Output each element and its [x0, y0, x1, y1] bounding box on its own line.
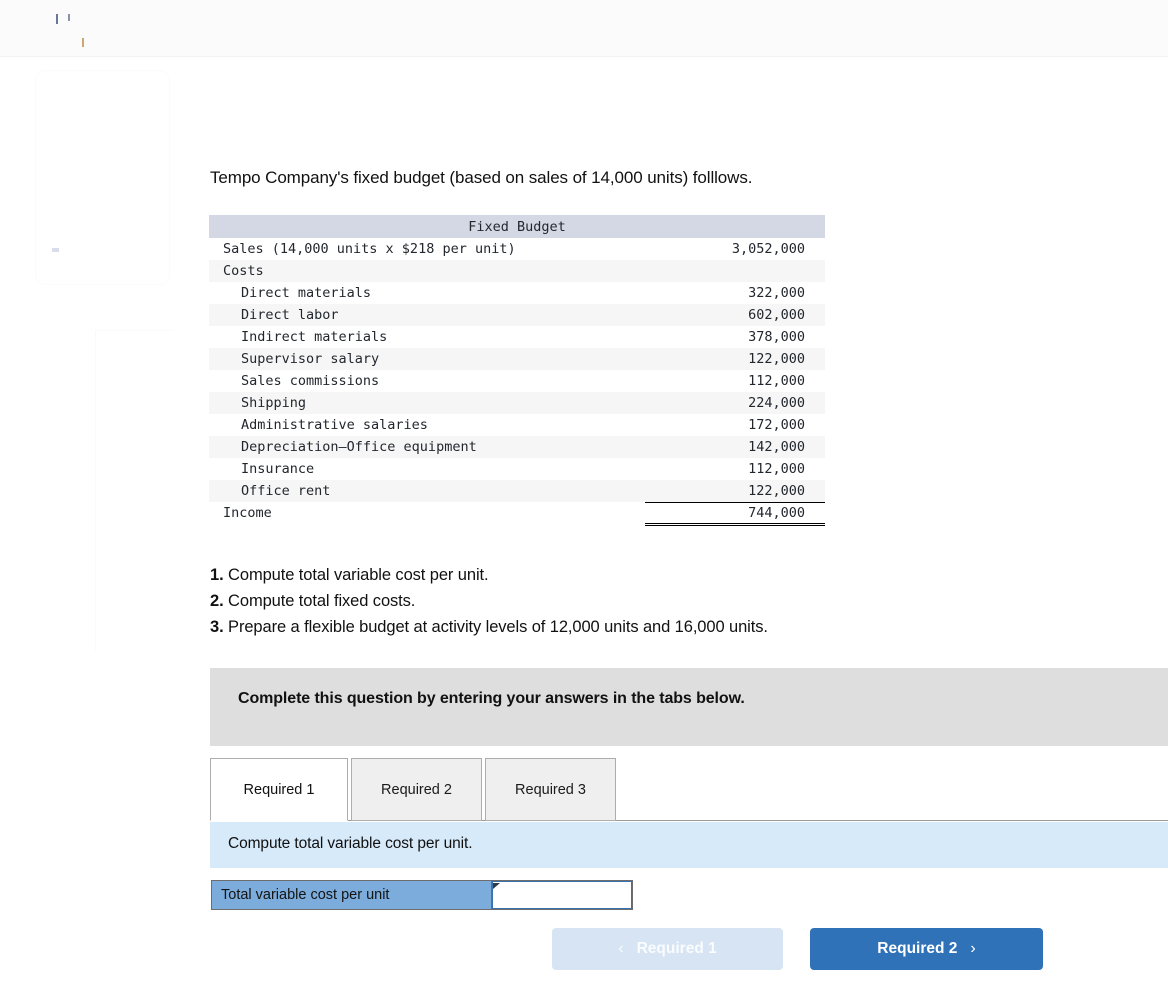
table-row: Administrative salaries 172,000	[209, 414, 825, 436]
requirement-item: 1. Compute total variable cost per unit.	[210, 562, 768, 588]
table-row-label: Direct labor	[241, 307, 339, 323]
ghost-panel-left-lower	[95, 330, 173, 650]
requirement-text: Compute total variable cost per unit.	[228, 566, 489, 584]
ghost-marker	[52, 248, 59, 252]
table-row-amount: 122,000	[645, 480, 825, 503]
table-row: Income 744,000	[209, 501, 825, 526]
table-row-label: Depreciation—Office equipment	[241, 439, 477, 455]
next-required-label: Required 2	[877, 940, 958, 957]
requirements-list: 1. Compute total variable cost per unit.…	[210, 562, 768, 640]
ghost-panel-left	[35, 70, 170, 285]
tab-label: Required 2	[381, 781, 452, 798]
table-row-label: Indirect materials	[241, 329, 388, 345]
table-row-label: Income	[223, 505, 272, 521]
chevron-left-icon: ‹	[618, 940, 624, 957]
table-row: Office rent 122,000	[209, 480, 825, 503]
complete-question-banner: Complete this question by entering your …	[210, 668, 1168, 746]
table-row: Indirect materials 378,000	[209, 326, 825, 348]
requirement-prompt-bar: Compute total variable cost per unit.	[210, 822, 1168, 868]
table-row-amount: 172,000	[748, 417, 805, 433]
requirement-text: Prepare a flexible budget at activity le…	[228, 618, 768, 636]
table-row: Costs	[209, 260, 825, 282]
requirement-prompt-text: Compute total variable cost per unit.	[228, 835, 473, 852]
table-row-label: Sales (14,000 units x $218 per unit)	[223, 241, 516, 257]
complete-question-text: Complete this question by entering your …	[238, 690, 745, 707]
ghost-tick-icon	[68, 14, 70, 21]
previous-required-label: Required 1	[636, 940, 717, 957]
table-row: Supervisor salary 122,000	[209, 348, 825, 370]
table-row: Direct materials 322,000	[209, 282, 825, 304]
table-head: Fixed Budget	[209, 215, 825, 238]
navigation-buttons: ‹ Required 1 Required 2 ›	[552, 928, 1044, 970]
table-row-amount: 322,000	[748, 285, 805, 301]
next-required-button[interactable]: Required 2 ›	[810, 928, 1043, 970]
table-row-label: Shipping	[241, 395, 307, 411]
table-body: Sales (14,000 units x $218 per unit) 3,05…	[209, 238, 825, 526]
table-row: Sales commissions 112,000	[209, 370, 825, 392]
chevron-right-icon: ›	[970, 940, 976, 957]
table-row-amount: 3,052,000	[731, 241, 805, 257]
tab-label: Required 1	[243, 781, 315, 798]
table-row-amount: 602,000	[748, 307, 805, 323]
tab-required-3[interactable]: Required 3	[485, 758, 616, 821]
table-row: Direct labor 602,000	[209, 304, 825, 326]
table-row-label: Supervisor salary	[241, 351, 380, 367]
table-row-label: Sales commissions	[241, 373, 380, 389]
requirement-number: 2.	[210, 592, 224, 610]
tab-required-1[interactable]: Required 1	[210, 758, 348, 821]
total-variable-cost-per-unit-input[interactable]	[493, 882, 631, 908]
ghost-tick-icon	[82, 38, 84, 47]
table-row-amount	[645, 260, 825, 282]
tab-required-2[interactable]: Required 2	[351, 758, 482, 821]
requirement-item: 3. Prepare a flexible budget at activity…	[210, 614, 768, 640]
table-row-amount: 378,000	[748, 329, 805, 345]
tab-label: Required 3	[515, 781, 586, 798]
requirement-number: 3.	[210, 618, 224, 636]
ghost-tick-icon	[56, 14, 58, 24]
previous-required-button[interactable]: ‹ Required 1	[552, 928, 783, 970]
requirement-number: 1.	[210, 566, 224, 584]
table-header-row: Fixed Budget	[209, 215, 825, 238]
table-row-label: Office rent	[241, 483, 331, 499]
table-row: Sales (14,000 units x $218 per unit) 3,05…	[209, 238, 825, 260]
table-row: Insurance 112,000	[209, 458, 825, 480]
table-row-amount: 142,000	[748, 439, 805, 455]
table-row-amount: 122,000	[748, 351, 805, 367]
table-row-amount: 744,000	[645, 501, 825, 526]
requirement-text: Compute total fixed costs.	[228, 592, 416, 610]
table-header-title: Fixed Budget	[209, 215, 825, 238]
requirement-item: 2. Compute total fixed costs.	[210, 588, 768, 614]
table-row-amount: 112,000	[748, 373, 805, 389]
required-tabs: Required 1 Required 2 Required 3	[210, 755, 1168, 821]
answer-row-label: Total variable cost per unit	[212, 881, 492, 909]
table-row-amount: 112,000	[748, 461, 805, 477]
question-intro: Tempo Company's fixed budget (based on s…	[210, 168, 753, 187]
table-row-amount: 224,000	[748, 395, 805, 411]
table-row-label: Insurance	[241, 461, 315, 477]
fixed-budget-table: Fixed Budget Sales (14,000 units x $218 …	[209, 215, 825, 526]
table-row: Shipping 224,000	[209, 392, 825, 414]
table-row-label: Direct materials	[241, 285, 372, 301]
top-ghost-band	[0, 0, 1168, 57]
answer-field-wrapper[interactable]	[492, 881, 632, 909]
table-row-label: Costs	[223, 263, 264, 279]
table-row-label: Administrative salaries	[241, 417, 428, 433]
answer-row: Total variable cost per unit	[211, 880, 633, 910]
table-row: Depreciation—Office equipment 142,000	[209, 436, 825, 458]
